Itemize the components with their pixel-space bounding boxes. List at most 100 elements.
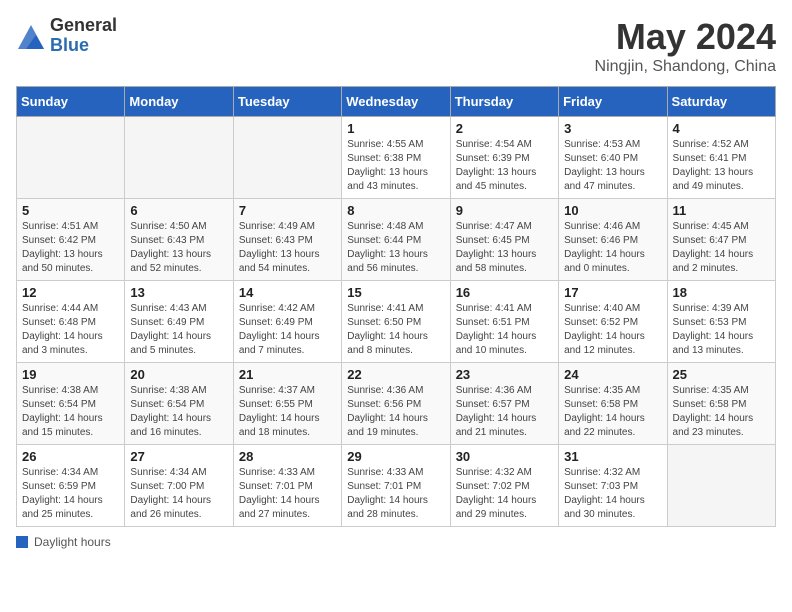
day-number: 24: [564, 367, 661, 382]
calendar-day: 15Sunrise: 4:41 AM Sunset: 6:50 PM Dayli…: [342, 281, 450, 363]
calendar-day: 8Sunrise: 4:48 AM Sunset: 6:44 PM Daylig…: [342, 199, 450, 281]
day-number: 6: [130, 203, 227, 218]
day-number: 3: [564, 121, 661, 136]
calendar-header: SundayMondayTuesdayWednesdayThursdayFrid…: [17, 87, 776, 117]
day-info: Sunrise: 4:39 AM Sunset: 6:53 PM Dayligh…: [673, 302, 770, 358]
logo-general: General: [50, 16, 117, 36]
calendar-day: [233, 117, 341, 199]
logo-icon: [16, 21, 46, 51]
day-info: Sunrise: 4:52 AM Sunset: 6:41 PM Dayligh…: [673, 138, 770, 194]
day-info: Sunrise: 4:33 AM Sunset: 7:01 PM Dayligh…: [239, 466, 336, 522]
calendar-day: 13 Sunrise: 4:43 AM Sunset: 6:49 PM Dayli…: [125, 281, 233, 363]
day-number: 12: [22, 285, 119, 300]
day-number: 8: [347, 203, 444, 218]
calendar-day: 30 Sunrise: 4:32 AM Sunset: 7:02 PM Dayli…: [450, 445, 558, 527]
header-day: Tuesday: [233, 87, 341, 117]
day-number: 17: [564, 285, 661, 300]
day-number: 16: [456, 285, 553, 300]
day-info: Sunrise: 4:43 AM Sunset: 6:49 PM Dayligh…: [130, 302, 227, 358]
calendar-week: 5 Sunrise: 4:51 AM Sunset: 6:42 PM Daylig…: [17, 199, 776, 281]
day-number: 5: [22, 203, 119, 218]
footer: Daylight hours: [16, 535, 776, 549]
calendar-day: 19Sunrise: 4:38 AM Sunset: 6:54 PM Dayli…: [17, 363, 125, 445]
day-info: Sunrise: 4:36 AM Sunset: 6:56 PM Dayligh…: [347, 384, 444, 440]
calendar-week: 1 Sunrise: 4:55 AM Sunset: 6:38 PM Daylig…: [17, 117, 776, 199]
calendar-day: 17Sunrise: 4:40 AM Sunset: 6:52 PM Dayli…: [559, 281, 667, 363]
day-info: Sunrise: 4:41 AM Sunset: 6:50 PM Dayligh…: [347, 302, 444, 358]
day-info: Sunrise: 4:34 AM Sunset: 7:00 PM Dayligh…: [130, 466, 227, 522]
day-number: 23: [456, 367, 553, 382]
calendar-week: 19Sunrise: 4:38 AM Sunset: 6:54 PM Dayli…: [17, 363, 776, 445]
day-number: 26: [22, 449, 119, 464]
day-info: Sunrise: 4:41 AM Sunset: 6:51 PM Dayligh…: [456, 302, 553, 358]
day-number: 22: [347, 367, 444, 382]
day-number: 10: [564, 203, 661, 218]
calendar-day: 31 Sunrise: 4:32 AM Sunset: 7:03 PM Dayli…: [559, 445, 667, 527]
calendar-day: 28 Sunrise: 4:33 AM Sunset: 7:01 PM Dayli…: [233, 445, 341, 527]
logo-blue: Blue: [50, 36, 117, 56]
day-info: Sunrise: 4:32 AM Sunset: 7:02 PM Dayligh…: [456, 466, 553, 522]
calendar-day: 20Sunrise: 4:38 AM Sunset: 6:54 PM Dayli…: [125, 363, 233, 445]
day-number: 29: [347, 449, 444, 464]
day-info: Sunrise: 4:55 AM Sunset: 6:38 PM Dayligh…: [347, 138, 444, 194]
day-number: 27: [130, 449, 227, 464]
calendar-day: 16 Sunrise: 4:41 AM Sunset: 6:51 PM Dayli…: [450, 281, 558, 363]
header-day: Sunday: [17, 87, 125, 117]
calendar-day: [17, 117, 125, 199]
calendar-day: 25Sunrise: 4:35 AM Sunset: 6:58 PM Dayli…: [667, 363, 775, 445]
calendar-day: 22 Sunrise: 4:36 AM Sunset: 6:56 PM Dayli…: [342, 363, 450, 445]
calendar-day: [125, 117, 233, 199]
day-number: 28: [239, 449, 336, 464]
calendar-day: 1 Sunrise: 4:55 AM Sunset: 6:38 PM Daylig…: [342, 117, 450, 199]
month-title: May 2024: [595, 16, 776, 58]
calendar-day: 2Sunrise: 4:54 AM Sunset: 6:39 PM Daylig…: [450, 117, 558, 199]
day-info: Sunrise: 4:47 AM Sunset: 6:45 PM Dayligh…: [456, 220, 553, 276]
day-number: 11: [673, 203, 770, 218]
header-day: Saturday: [667, 87, 775, 117]
calendar-day: 4 Sunrise: 4:52 AM Sunset: 6:41 PM Daylig…: [667, 117, 775, 199]
day-info: Sunrise: 4:38 AM Sunset: 6:54 PM Dayligh…: [130, 384, 227, 440]
day-number: 21: [239, 367, 336, 382]
calendar-day: 11 Sunrise: 4:45 AM Sunset: 6:47 PM Dayli…: [667, 199, 775, 281]
day-number: 1: [347, 121, 444, 136]
calendar-day: 23 Sunrise: 4:36 AM Sunset: 6:57 PM Dayli…: [450, 363, 558, 445]
calendar-day: 10Sunrise: 4:46 AM Sunset: 6:46 PM Dayli…: [559, 199, 667, 281]
day-number: 31: [564, 449, 661, 464]
day-number: 4: [673, 121, 770, 136]
day-number: 30: [456, 449, 553, 464]
day-number: 2: [456, 121, 553, 136]
footer-dot: [16, 536, 28, 548]
day-info: Sunrise: 4:49 AM Sunset: 6:43 PM Dayligh…: [239, 220, 336, 276]
header-day: Wednesday: [342, 87, 450, 117]
day-number: 14: [239, 285, 336, 300]
calendar-week: 26Sunrise: 4:34 AM Sunset: 6:59 PM Dayli…: [17, 445, 776, 527]
footer-label: Daylight hours: [34, 535, 111, 549]
calendar-day: 18Sunrise: 4:39 AM Sunset: 6:53 PM Dayli…: [667, 281, 775, 363]
day-info: Sunrise: 4:35 AM Sunset: 6:58 PM Dayligh…: [564, 384, 661, 440]
calendar-day: [667, 445, 775, 527]
calendar-day: 24 Sunrise: 4:35 AM Sunset: 6:58 PM Dayli…: [559, 363, 667, 445]
day-info: Sunrise: 4:38 AM Sunset: 6:54 PM Dayligh…: [22, 384, 119, 440]
header-day: Monday: [125, 87, 233, 117]
day-info: Sunrise: 4:36 AM Sunset: 6:57 PM Dayligh…: [456, 384, 553, 440]
calendar-day: 5 Sunrise: 4:51 AM Sunset: 6:42 PM Daylig…: [17, 199, 125, 281]
day-number: 7: [239, 203, 336, 218]
calendar-day: 12Sunrise: 4:44 AM Sunset: 6:48 PM Dayli…: [17, 281, 125, 363]
day-info: Sunrise: 4:32 AM Sunset: 7:03 PM Dayligh…: [564, 466, 661, 522]
day-number: 13: [130, 285, 227, 300]
day-info: Sunrise: 4:50 AM Sunset: 6:43 PM Dayligh…: [130, 220, 227, 276]
title-block: May 2024 Ningjin, Shandong, China: [595, 16, 776, 76]
calendar-week: 12Sunrise: 4:44 AM Sunset: 6:48 PM Dayli…: [17, 281, 776, 363]
day-info: Sunrise: 4:51 AM Sunset: 6:42 PM Dayligh…: [22, 220, 119, 276]
calendar-day: 21Sunrise: 4:37 AM Sunset: 6:55 PM Dayli…: [233, 363, 341, 445]
header-day: Thursday: [450, 87, 558, 117]
calendar-day: 9 Sunrise: 4:47 AM Sunset: 6:45 PM Daylig…: [450, 199, 558, 281]
day-info: Sunrise: 4:33 AM Sunset: 7:01 PM Dayligh…: [347, 466, 444, 522]
day-info: Sunrise: 4:45 AM Sunset: 6:47 PM Dayligh…: [673, 220, 770, 276]
calendar-day: 6 Sunrise: 4:50 AM Sunset: 6:43 PM Daylig…: [125, 199, 233, 281]
header-row: SundayMondayTuesdayWednesdayThursdayFrid…: [17, 87, 776, 117]
calendar-day: 29 Sunrise: 4:33 AM Sunset: 7:01 PM Dayli…: [342, 445, 450, 527]
day-number: 9: [456, 203, 553, 218]
calendar-day: 3Sunrise: 4:53 AM Sunset: 6:40 PM Daylig…: [559, 117, 667, 199]
page-header: General Blue May 2024 Ningjin, Shandong,…: [16, 16, 776, 76]
